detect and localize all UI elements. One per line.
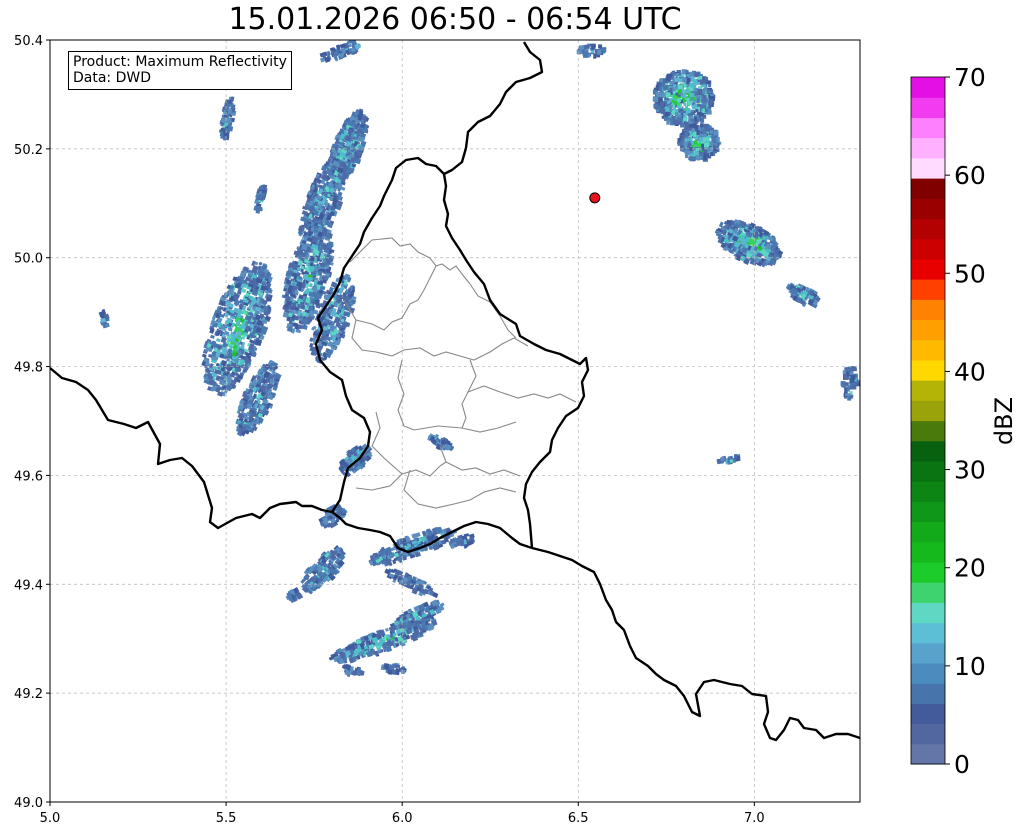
colorbar-segment (911, 440, 945, 462)
x-tick-label: 6.5 (568, 811, 589, 826)
colorbar-segment (911, 198, 945, 220)
y-tick-label: 49.0 (14, 796, 43, 811)
colorbar-segment (911, 238, 945, 260)
colorbar-segment (911, 380, 945, 401)
country-borders (50, 41, 860, 742)
y-tick-label: 49.6 (14, 469, 43, 484)
echo-cluster (714, 218, 784, 268)
colorbar-segment (911, 319, 945, 341)
colorbar-segment (911, 582, 945, 603)
echo-cluster (576, 43, 607, 59)
colorbar-segment (911, 460, 945, 482)
colorbar-segment (911, 178, 945, 199)
echo-cluster (318, 502, 348, 529)
echo-cluster (253, 184, 268, 214)
echo-cluster (341, 663, 365, 678)
colorbar-segment (911, 117, 945, 139)
plot-frame (49, 39, 861, 803)
echo-cluster (652, 69, 716, 129)
echo-cluster (368, 526, 458, 567)
echo-cluster (716, 453, 741, 465)
colorbar-segment (911, 339, 945, 361)
echo-cluster (677, 123, 722, 162)
x-axis-ticks: 5.0 5.5 6.0 6.5 7.0 (40, 802, 765, 826)
colorbar-segment (911, 77, 945, 98)
colorbar-tick-label: 20 (954, 554, 986, 583)
radar-map-figure: 5.0 5.5 6.0 6.5 7.0 49.0 49.2 49.4 49.6 49.8 50.0… (14, 34, 1018, 826)
colorbar-segment (911, 743, 945, 765)
y-tick-label: 49.4 (14, 578, 43, 593)
colorbar-segment (911, 481, 945, 502)
echo-cluster (380, 662, 407, 676)
colorbar-segment (911, 137, 945, 159)
colorbar-segment (911, 541, 945, 563)
echo-cluster (218, 96, 237, 141)
colorbar-segment (911, 218, 945, 240)
colorbar-segment (911, 157, 945, 179)
colorbar-segment (911, 683, 945, 704)
y-axis-ticks: 49.0 49.2 49.4 49.6 49.8 50.0 50.2 50.4 (14, 34, 50, 811)
x-tick-label: 7.0 (744, 811, 765, 826)
colorbar-segment (911, 400, 945, 422)
colorbar-segment (911, 258, 945, 280)
colorbar-label: dBZ (990, 397, 1018, 445)
colorbar-segment (911, 279, 945, 300)
colorbar-tick-label: 50 (954, 259, 986, 288)
colorbar-segment (911, 359, 945, 381)
echo-cluster (300, 545, 346, 595)
colorbar-segment (911, 521, 945, 543)
product-label: Product: Maximum Reflectivity (73, 54, 287, 70)
colorbar-tick-label: 10 (954, 652, 986, 681)
colorbar-tick-label: 30 (954, 456, 986, 485)
echo-cluster (384, 568, 439, 599)
colorbar-segment (911, 703, 945, 725)
echo-cluster (427, 433, 455, 452)
colorbar-segment (911, 97, 945, 119)
echo-cluster (785, 282, 821, 309)
echo-cluster (98, 308, 110, 329)
colorbar-segment (911, 420, 945, 442)
x-tick-label: 5.5 (216, 811, 237, 826)
echo-cluster (338, 443, 373, 478)
y-tick-label: 50.4 (14, 34, 43, 49)
colorbar: 0 10 20 30 40 50 60 70 (910, 63, 986, 779)
y-tick-label: 49.2 (14, 687, 43, 702)
product-info-box: Product: Maximum Reflectivity Data: DWD (68, 51, 292, 90)
colorbar-segment (911, 723, 945, 745)
echo-cluster (328, 617, 438, 665)
x-tick-label: 5.0 (40, 811, 61, 826)
colorbar-segment (911, 299, 945, 321)
colorbar-tick-label: 60 (954, 161, 986, 190)
echo-cluster (285, 587, 304, 604)
colorbar-tick-label: 40 (954, 357, 986, 386)
x-tick-label: 6.0 (392, 811, 413, 826)
colorbar-segment (911, 561, 945, 583)
colorbar-segment (911, 602, 945, 624)
colorbar-tick-label: 0 (954, 750, 970, 779)
echo-cluster (840, 366, 860, 401)
colorbar-segment (911, 642, 945, 664)
canton-boundaries (343, 237, 577, 509)
data-source-label: Data: DWD (73, 70, 151, 86)
y-tick-label: 50.0 (14, 252, 43, 267)
lat-lon-gridlines (49, 39, 860, 803)
station-marker (589, 192, 601, 204)
colorbar-segment (911, 501, 945, 523)
y-tick-label: 50.2 (14, 143, 43, 158)
y-tick-label: 49.8 (14, 361, 43, 376)
colorbar-segment (911, 622, 945, 644)
echo-cluster (319, 40, 361, 63)
colorbar-tick-label: 70 (954, 63, 986, 92)
colorbar-segment (911, 662, 945, 684)
